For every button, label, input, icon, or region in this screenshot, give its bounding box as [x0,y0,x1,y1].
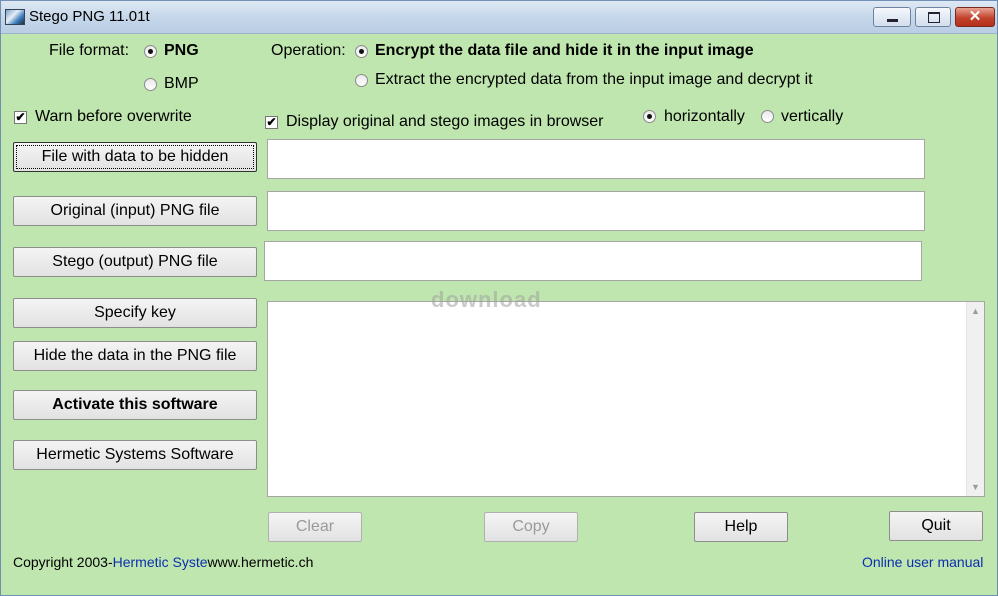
app-icon [5,9,25,25]
file-format-label: File format: [49,42,130,59]
radio-extract-icon[interactable] [355,74,368,87]
scroll-down-icon[interactable]: ▼ [967,482,984,492]
title-bar[interactable]: Stego PNG 11.01t ✕ [1,1,997,34]
radio-bmp-icon[interactable] [144,78,157,91]
radio-horizontally-icon[interactable] [643,110,656,123]
output-textarea[interactable]: ▲ ▼ [267,301,985,497]
close-icon: ✕ [968,8,982,25]
radio-extract-label[interactable]: Extract the encrypted data from the inpu… [375,71,813,89]
hide-data-button[interactable]: Hide the data in the PNG file [13,341,257,371]
window-title: Stego PNG 11.01t [29,8,150,25]
maximize-button[interactable] [915,7,951,27]
operation-label: Operation: [271,42,346,59]
hermetic-button[interactable]: Hermetic Systems Software [13,440,257,470]
watermark-logo: download [431,287,542,312]
radio-encrypt-icon[interactable] [355,45,368,58]
company-link[interactable]: Hermetic Syste [113,554,208,570]
copyright-prefix: Copyright 2003- [13,554,113,570]
radio-encrypt-label[interactable]: Encrypt the data file and hide it in the… [375,42,754,60]
copyright-text: Copyright 2003-Hermetic Systewww.hermeti… [13,554,313,570]
clear-button[interactable]: Clear [268,512,362,542]
radio-vertically-icon[interactable] [761,110,774,123]
activate-button[interactable]: Activate this software [13,390,257,420]
minimize-icon [887,19,898,22]
radio-bmp-label[interactable]: BMP [164,75,199,93]
warn-overwrite-label[interactable]: Warn before overwrite [35,108,192,126]
main-window: Stego PNG 11.01t ✕ File format: PNG BMP … [0,0,998,596]
original-file-button[interactable]: Original (input) PNG file [13,196,257,226]
display-browser-label[interactable]: Display original and stego images in bro… [286,113,604,131]
warn-overwrite-checkbox[interactable]: ✔ [14,111,27,124]
close-button[interactable]: ✕ [955,7,995,27]
specify-key-button[interactable]: Specify key [13,298,257,328]
data-file-field[interactable] [267,139,925,179]
display-browser-checkbox[interactable]: ✔ [265,116,278,129]
stego-file-field[interactable] [264,241,922,281]
maximize-icon [928,12,940,23]
data-file-button[interactable]: File with data to be hidden [13,142,257,172]
stego-file-button[interactable]: Stego (output) PNG file [13,247,257,277]
radio-horizontally-label[interactable]: horizontally [664,108,745,126]
quit-button[interactable]: Quit [889,511,983,541]
vertical-scrollbar[interactable]: ▲ ▼ [966,302,984,496]
online-manual-link[interactable]: Online user manual [862,554,983,570]
radio-png-icon[interactable] [144,45,157,58]
copy-button[interactable]: Copy [484,512,578,542]
minimize-button[interactable] [873,7,911,27]
scroll-up-icon[interactable]: ▲ [967,306,984,316]
help-button[interactable]: Help [694,512,788,542]
radio-vertically-label[interactable]: vertically [781,108,843,126]
radio-png-label[interactable]: PNG [164,42,199,60]
website-link[interactable]: www.hermetic.ch [208,554,314,570]
original-file-field[interactable] [267,191,925,231]
